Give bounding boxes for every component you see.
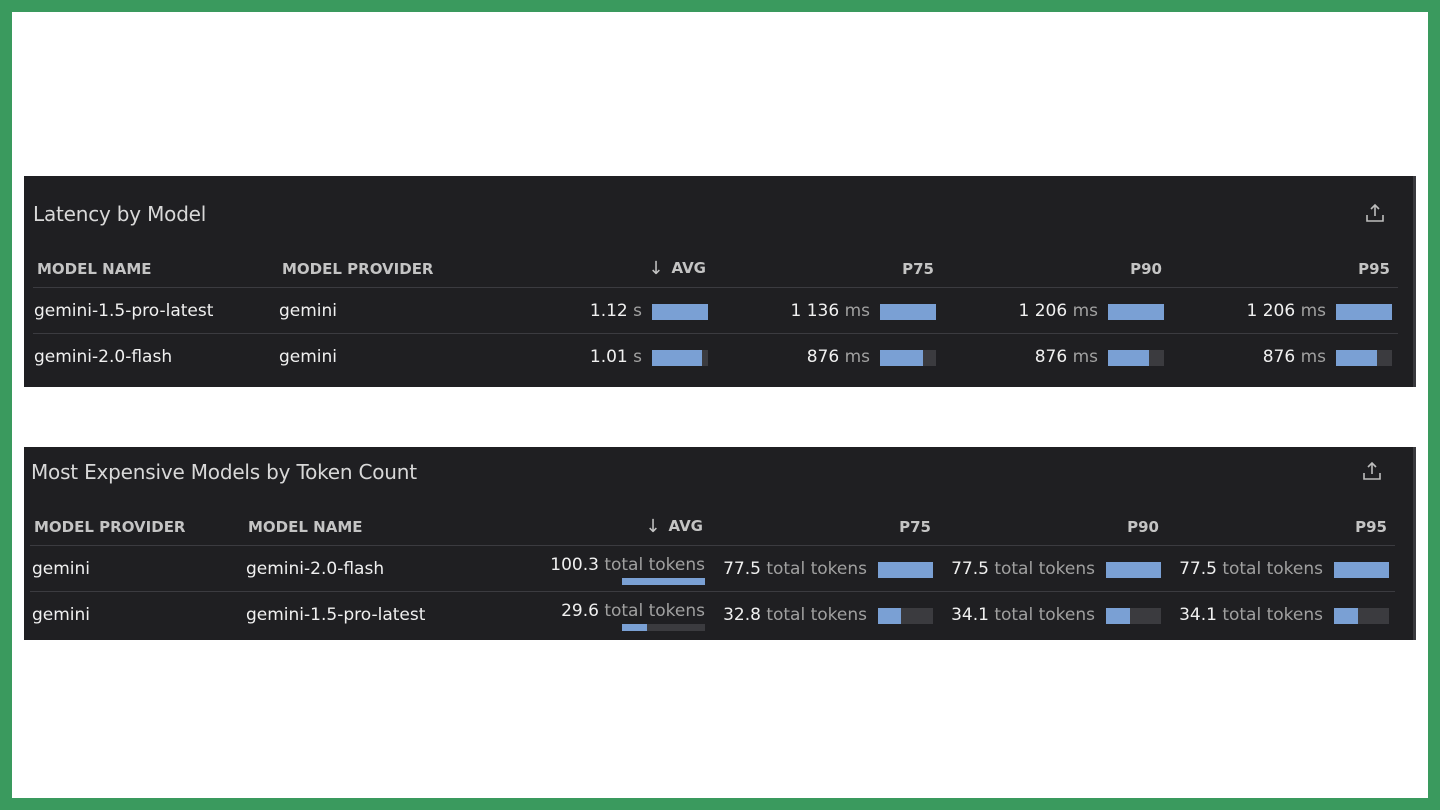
share-upload-icon[interactable]: [1364, 202, 1386, 224]
column-header-avg-label: AVG: [671, 259, 706, 277]
p95-bar: [1334, 562, 1389, 578]
row-divider: [30, 591, 1395, 592]
column-header-p90[interactable]: P90: [1049, 518, 1159, 536]
model-provider-cell: gemini: [32, 605, 91, 625]
column-header-p95[interactable]: P95: [1277, 518, 1387, 536]
p95-bar: [1334, 608, 1389, 624]
avg-cell: 1.12 s: [589, 301, 642, 321]
p90-bar: [1108, 350, 1164, 366]
avg-cell: 29.6 total tokens: [561, 601, 705, 621]
column-header-p90[interactable]: P90: [1052, 260, 1162, 278]
column-header-p75[interactable]: P75: [824, 260, 934, 278]
p90-bar: [1106, 562, 1161, 578]
p75-cell: 1 136 ms: [790, 301, 871, 321]
p90-bar: [1106, 608, 1161, 624]
avg-cell: 100.3 total tokens: [550, 555, 705, 575]
p75-bar: [878, 562, 933, 578]
p90-cell: 876 ms: [1034, 347, 1098, 367]
column-header-p95[interactable]: P95: [1280, 260, 1390, 278]
avg-bar: [652, 304, 708, 320]
model-name-cell: gemini-2.0-flash: [246, 559, 385, 579]
row-divider: [33, 333, 1398, 334]
page-canvas: Latency by Model MODEL NAME MODEL PROVID…: [12, 12, 1428, 798]
p95-cell: 876 ms: [1262, 347, 1326, 367]
p75-cell: 77.5 total tokens: [723, 559, 867, 579]
p95-bar: [1336, 350, 1392, 366]
p90-cell: 34.1 total tokens: [951, 605, 1095, 625]
panel-title: Most Expensive Models by Token Count: [31, 460, 417, 484]
latency-by-model-panel: Latency by Model MODEL NAME MODEL PROVID…: [24, 176, 1416, 387]
arrow-down-icon: ↓: [648, 258, 664, 279]
p90-cell: 1 206 ms: [1018, 301, 1099, 321]
token-count-panel: Most Expensive Models by Token Count MOD…: [24, 447, 1416, 640]
avg-cell: 1.01 s: [589, 347, 642, 367]
share-upload-icon[interactable]: [1361, 460, 1383, 482]
p75-bar: [880, 350, 936, 366]
model-name-cell: gemini-1.5-pro-latest: [246, 605, 426, 625]
p95-bar: [1336, 304, 1392, 320]
column-header-model-provider[interactable]: MODEL PROVIDER: [282, 260, 434, 278]
header-divider: [30, 545, 1395, 546]
p95-cell: 34.1 total tokens: [1179, 605, 1323, 625]
p75-cell: 32.8 total tokens: [723, 605, 867, 625]
p90-cell: 77.5 total tokens: [951, 559, 1095, 579]
column-header-model-name[interactable]: MODEL NAME: [37, 260, 152, 278]
model-name-cell: gemini-2.0-flash: [34, 347, 173, 367]
p75-bar: [880, 304, 936, 320]
column-header-avg[interactable]: ↓ AVG: [581, 516, 703, 537]
column-header-model-provider[interactable]: MODEL PROVIDER: [34, 518, 186, 536]
column-header-avg-label: AVG: [668, 517, 703, 535]
arrow-down-icon: ↓: [645, 516, 661, 537]
column-header-model-name[interactable]: MODEL NAME: [248, 518, 363, 536]
p95-cell: 77.5 total tokens: [1179, 559, 1323, 579]
column-header-p75[interactable]: P75: [821, 518, 931, 536]
model-provider-cell: gemini: [32, 559, 91, 579]
model-provider-cell: gemini: [279, 301, 338, 321]
avg-bar: [652, 350, 708, 366]
model-provider-cell: gemini: [279, 347, 338, 367]
header-divider: [33, 287, 1398, 288]
column-header-avg[interactable]: ↓ AVG: [584, 258, 706, 279]
p95-cell: 1 206 ms: [1246, 301, 1327, 321]
panel-title: Latency by Model: [33, 202, 207, 226]
p90-bar: [1108, 304, 1164, 320]
model-name-cell: gemini-1.5-pro-latest: [34, 301, 214, 321]
avg-bar: [622, 578, 705, 585]
p75-cell: 876 ms: [806, 347, 870, 367]
p75-bar: [878, 608, 933, 624]
avg-bar: [622, 624, 705, 631]
